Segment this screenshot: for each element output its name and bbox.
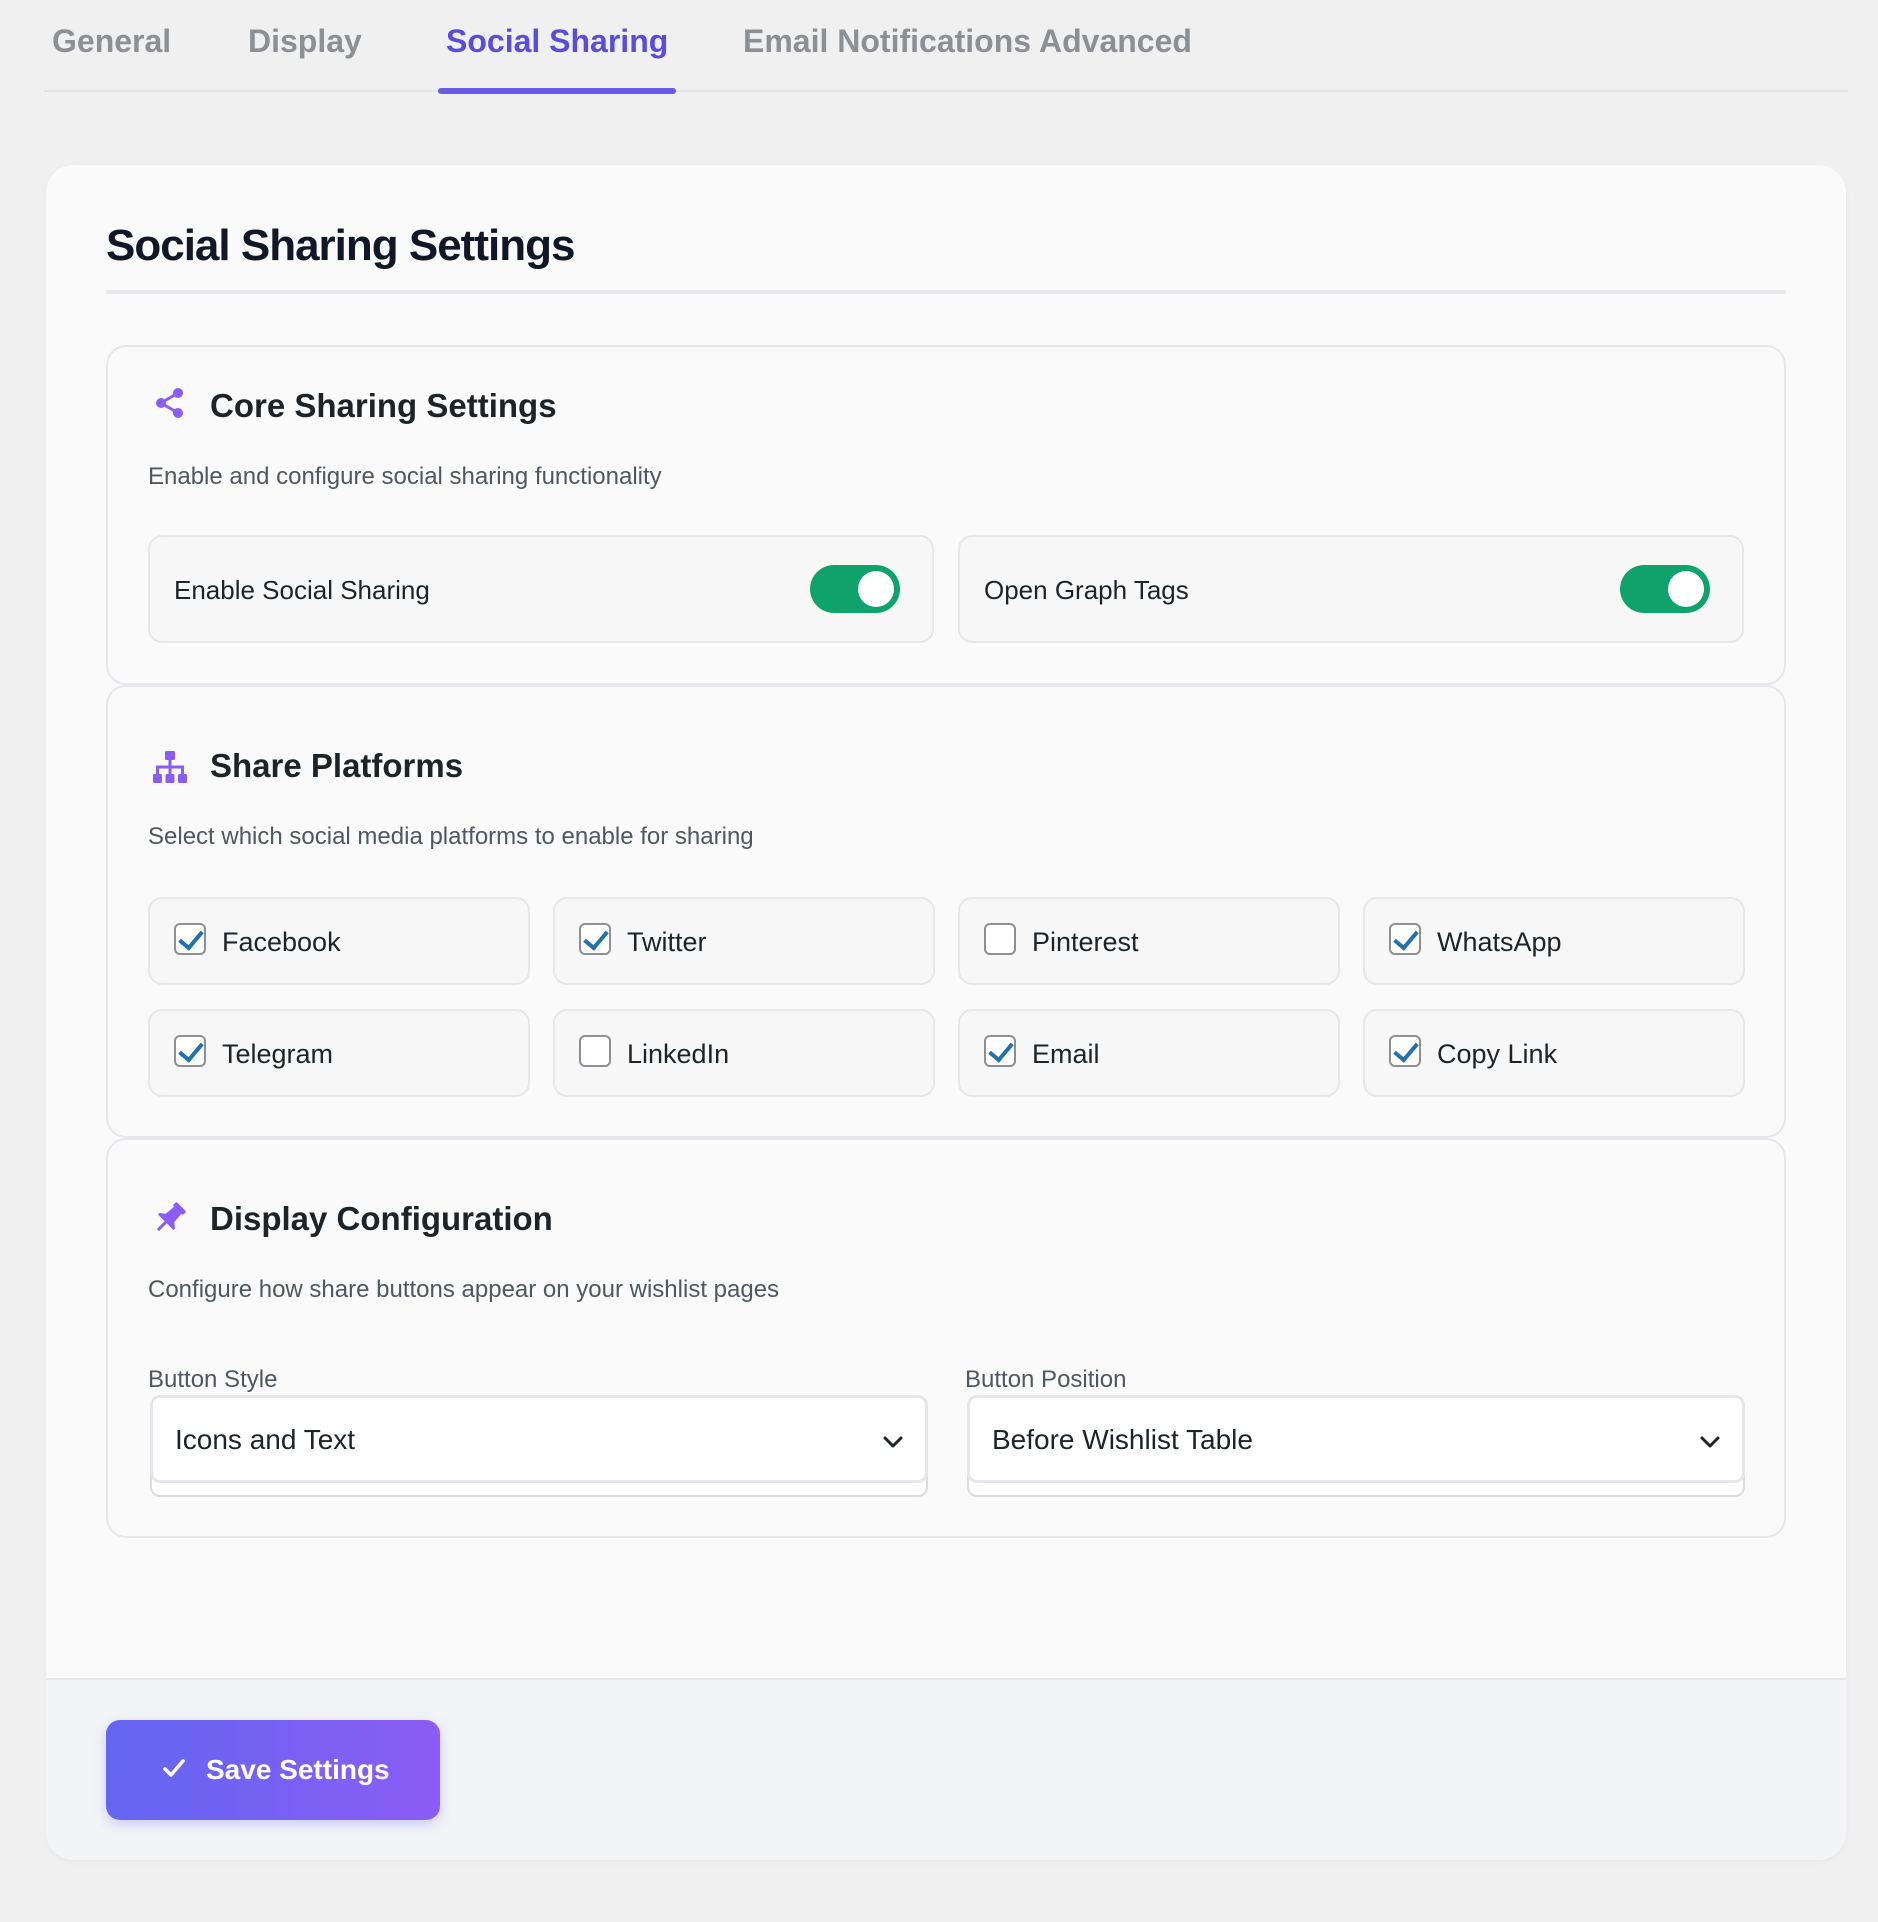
sitemap-icon	[153, 751, 187, 783]
tab-display[interactable]: Display	[240, 0, 370, 92]
share-platforms-section: Share Platforms Select which social medi…	[106, 685, 1786, 1138]
open-graph-tags-row: Open Graph Tags	[958, 535, 1744, 643]
thumbtack-icon	[156, 1202, 186, 1232]
enable-social-sharing-label: Enable Social Sharing	[174, 575, 430, 605]
copy-link-label: Copy Link	[1437, 1039, 1558, 1069]
settings-card: Social Sharing Settings Core Sharing Set…	[46, 165, 1846, 1860]
share-icon	[156, 388, 183, 418]
enable-social-sharing-toggle[interactable]	[810, 565, 900, 613]
button-style-select[interactable]: Icons and Text	[150, 1395, 928, 1483]
copy-link-checkbox[interactable]	[1389, 1035, 1421, 1067]
title-divider	[106, 290, 1786, 294]
facebook-label: Facebook	[222, 927, 341, 957]
button-style-label: Button Style	[148, 1366, 278, 1393]
settings-tabs: General Display Social Sharing Email Not…	[44, 0, 1848, 94]
display-section-title: Display Configuration	[210, 1200, 553, 1237]
save-settings-button[interactable]: Save Settings	[106, 1720, 440, 1820]
platform-email[interactable]: Email	[958, 1009, 1340, 1097]
pinterest-checkbox[interactable]	[984, 923, 1016, 955]
tab-social-sharing[interactable]: Social Sharing	[438, 0, 677, 94]
platform-telegram[interactable]: Telegram	[148, 1009, 530, 1097]
platforms-section-description: Select which social media platforms to e…	[148, 823, 754, 850]
button-position-field: Before Wishlist Table	[967, 1395, 1745, 1497]
core-section-title: Core Sharing Settings	[210, 387, 557, 424]
button-style-value: Icons and Text	[175, 1424, 356, 1455]
core-section-description: Enable and configure social sharing func…	[148, 463, 662, 490]
twitter-label: Twitter	[627, 927, 707, 957]
tab-general[interactable]: General	[44, 0, 179, 92]
button-position-label: Button Position	[965, 1366, 1127, 1393]
core-sharing-section: Core Sharing Settings Enable and configu…	[106, 345, 1786, 685]
button-style-field: Icons and Text	[150, 1395, 928, 1497]
linkedin-checkbox[interactable]	[579, 1035, 611, 1067]
open-graph-tags-toggle[interactable]	[1620, 565, 1710, 613]
telegram-label: Telegram	[222, 1039, 334, 1069]
card-footer: Save Settings	[46, 1678, 1846, 1860]
platforms-section-title: Share Platforms	[210, 747, 464, 784]
enable-social-sharing-row: Enable Social Sharing	[148, 535, 934, 643]
twitter-checkbox[interactable]	[579, 923, 611, 955]
linkedin-label: LinkedIn	[627, 1039, 730, 1069]
pinterest-label: Pinterest	[1032, 927, 1139, 957]
chevron-down-icon	[883, 1436, 903, 1448]
platform-copy-link[interactable]: Copy Link	[1363, 1009, 1745, 1097]
display-section-description: Configure how share buttons appear on yo…	[148, 1276, 780, 1303]
email-checkbox[interactable]	[984, 1035, 1016, 1067]
button-position-select[interactable]: Before Wishlist Table	[967, 1395, 1745, 1483]
check-icon	[163, 1759, 185, 1777]
facebook-checkbox[interactable]	[174, 923, 206, 955]
platform-twitter[interactable]: Twitter	[553, 897, 935, 985]
platform-facebook[interactable]: Facebook	[148, 897, 530, 985]
button-position-value: Before Wishlist Table	[992, 1424, 1253, 1455]
platform-linkedin[interactable]: LinkedIn	[553, 1009, 935, 1097]
page-title: Social Sharing Settings	[106, 221, 575, 270]
tab-advanced[interactable]: Advanced	[1031, 0, 1200, 92]
whatsapp-label: WhatsApp	[1437, 927, 1562, 957]
display-configuration-section: Display Configuration Configure how shar…	[106, 1138, 1786, 1538]
platform-pinterest[interactable]: Pinterest	[958, 897, 1340, 985]
telegram-checkbox[interactable]	[174, 1035, 206, 1067]
open-graph-tags-label: Open Graph Tags	[984, 575, 1189, 605]
tab-email-notifications[interactable]: Email Notifications	[735, 0, 1039, 92]
whatsapp-checkbox[interactable]	[1389, 923, 1421, 955]
save-settings-label: Save Settings	[206, 1754, 390, 1785]
platform-whatsapp[interactable]: WhatsApp	[1363, 897, 1745, 985]
chevron-down-icon	[1700, 1436, 1720, 1448]
email-label: Email	[1032, 1039, 1100, 1069]
